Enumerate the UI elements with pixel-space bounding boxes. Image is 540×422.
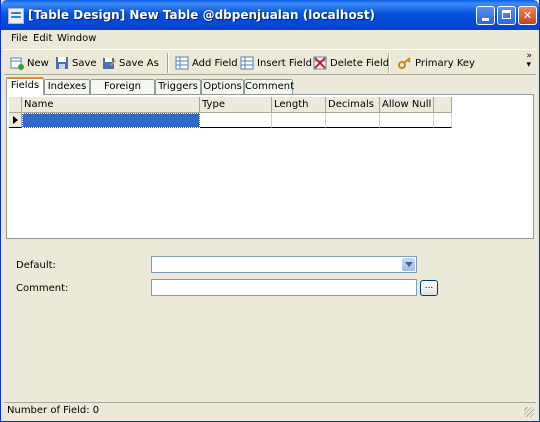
cell-type[interactable]: [200, 113, 272, 128]
row-header-corner: [9, 97, 22, 113]
resize-grip-icon[interactable]: [524, 407, 534, 417]
menu-edit[interactable]: Edit: [33, 33, 52, 44]
comment-field[interactable]: [151, 279, 417, 296]
chevron-down-icon[interactable]: [402, 258, 415, 271]
field-count-status: Number of Field: 0: [7, 405, 100, 416]
tab-fields[interactable]: Fields: [6, 77, 44, 95]
insert-field-icon: [240, 56, 254, 70]
grid-header: Name Type Length Decimals Allow Null: [9, 97, 452, 113]
primary-key-button[interactable]: Primary Key: [398, 54, 475, 72]
column-header-allow-null[interactable]: Allow Null: [380, 97, 434, 113]
tab-indexes[interactable]: Indexes: [44, 79, 90, 94]
table-icon: [8, 8, 24, 24]
default-label: Default:: [16, 260, 56, 271]
window-title: [Table Design] New Table @dbpenjualan (l…: [28, 8, 376, 22]
new-label: New: [27, 57, 49, 69]
toolbar-overflow-chevron-icon[interactable]: » ▾: [526, 52, 532, 70]
add-field-button[interactable]: Add Field: [175, 54, 238, 72]
cell-length[interactable]: [272, 113, 326, 128]
cell-allow-null[interactable]: [380, 113, 434, 128]
current-row-indicator-icon: [9, 113, 22, 128]
title-bar[interactable]: [Table Design] New Table @dbpenjualan (l…: [1, 0, 539, 30]
new-table-icon: [10, 56, 24, 70]
fields-grid-panel: Name Type Length Decimals Allow Null: [6, 94, 534, 239]
save-button[interactable]: Save: [55, 54, 97, 72]
tab-options[interactable]: Options: [201, 79, 244, 94]
cell-extra[interactable]: [434, 113, 452, 128]
delete-field-icon: [313, 56, 327, 70]
close-button[interactable]: ✕: [518, 6, 537, 25]
save-as-icon: [102, 56, 116, 70]
column-header-type[interactable]: Type: [200, 97, 272, 113]
table-design-window: [Table Design] New Table @dbpenjualan (l…: [0, 0, 540, 422]
cell-name[interactable]: [22, 113, 200, 128]
maximize-button[interactable]: [497, 6, 516, 25]
save-label: Save: [72, 57, 97, 69]
save-as-label: Save As: [119, 57, 159, 69]
toolbar: New Save Save As Add Field Insert Field: [4, 49, 536, 75]
save-icon: [55, 56, 69, 70]
default-dropdown[interactable]: [151, 256, 417, 273]
cell-decimals[interactable]: [326, 113, 380, 128]
comment-ellipsis-button[interactable]: ...: [420, 280, 438, 296]
tab-triggers[interactable]: Triggers: [155, 79, 201, 94]
new-button[interactable]: New: [10, 54, 49, 72]
column-header-decimals[interactable]: Decimals: [326, 97, 380, 113]
column-header-name[interactable]: Name: [22, 97, 200, 113]
status-bar: Number of Field: 0: [4, 402, 536, 419]
save-as-button[interactable]: Save As: [102, 54, 159, 72]
tab-comment[interactable]: Comment: [244, 79, 294, 94]
add-field-icon: [175, 56, 189, 70]
menu-file[interactable]: File: [11, 33, 28, 44]
insert-field-button[interactable]: Insert Field: [240, 54, 312, 72]
key-icon: [398, 56, 412, 70]
add-field-label: Add Field: [192, 57, 238, 69]
tab-foreign-keys[interactable]: Foreign Keys: [90, 79, 155, 106]
column-header-extra: [434, 97, 452, 113]
insert-field-label: Insert Field: [257, 57, 312, 69]
primary-key-label: Primary Key: [415, 57, 475, 69]
toolbar-separator: [388, 53, 390, 73]
minimize-button[interactable]: [476, 6, 495, 25]
delete-field-label: Delete Field: [330, 57, 390, 69]
menu-bar: File Edit Window: [4, 30, 536, 48]
table-row[interactable]: [9, 113, 452, 128]
delete-field-button[interactable]: Delete Field: [313, 54, 389, 72]
menu-window[interactable]: Window: [57, 33, 96, 44]
toolbar-separator: [167, 53, 169, 73]
comment-label: Comment:: [16, 283, 69, 294]
column-header-length[interactable]: Length: [272, 97, 326, 113]
